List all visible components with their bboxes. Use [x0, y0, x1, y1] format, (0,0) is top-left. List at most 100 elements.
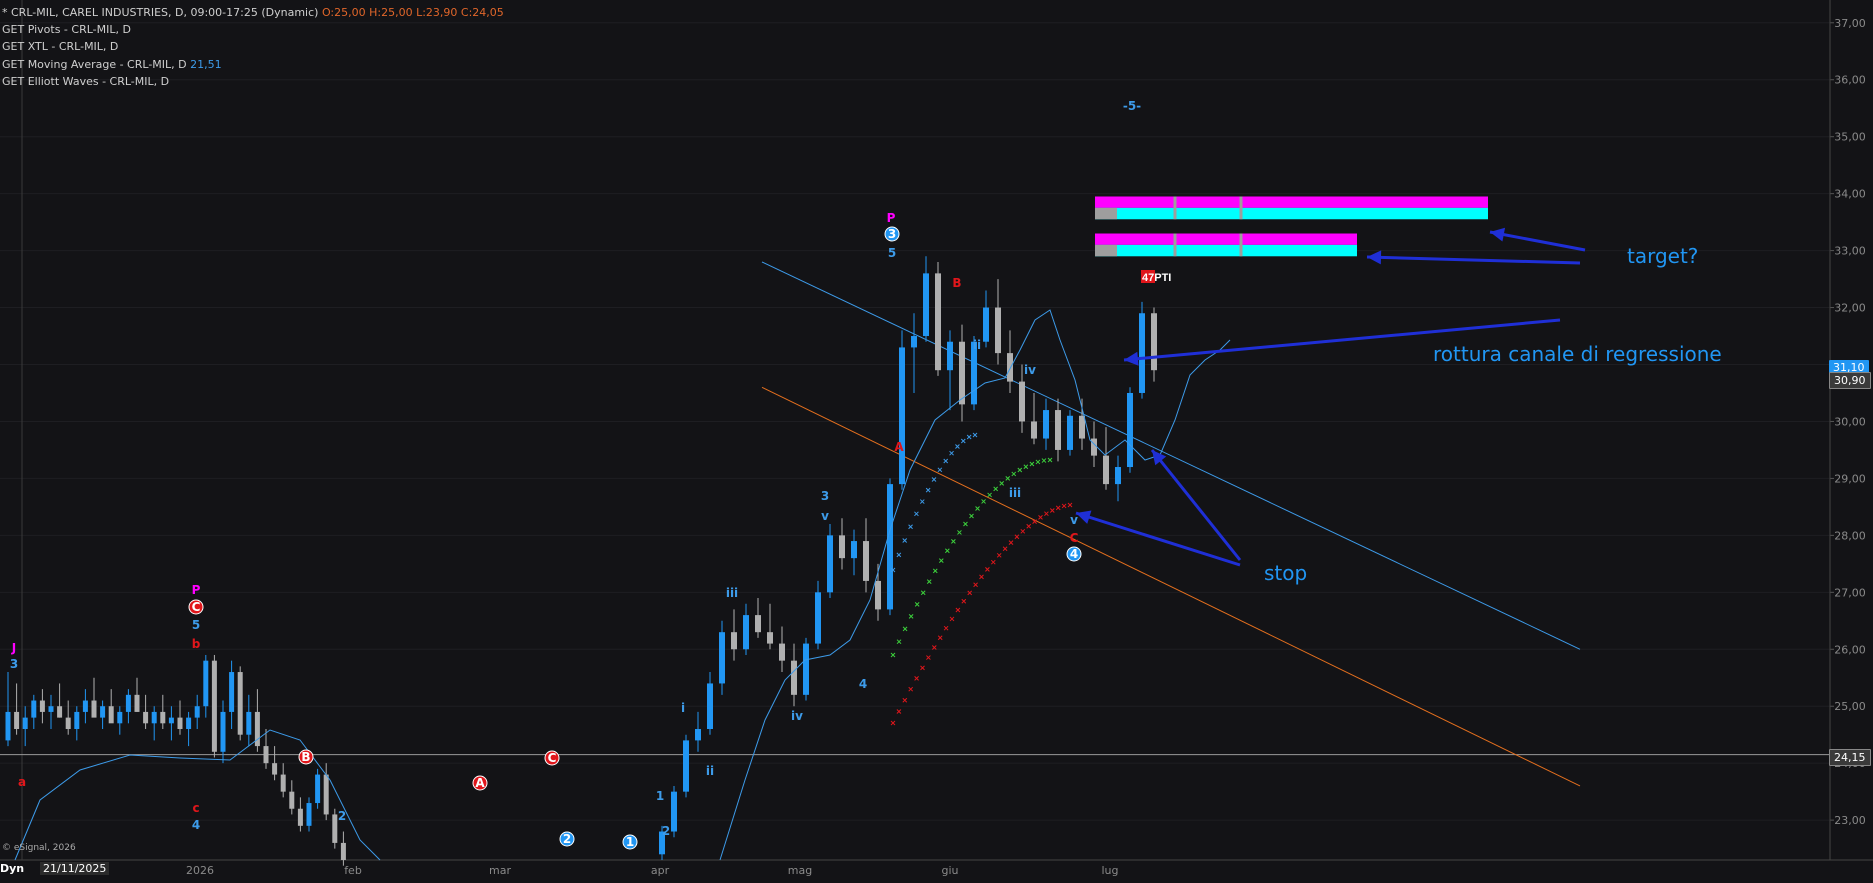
stop-arrow-2 — [1075, 511, 1241, 567]
xtl-cross-red — [908, 686, 914, 692]
xtl-cross-green — [914, 602, 920, 607]
candle-body — [1079, 415, 1085, 439]
xtl-cross-blue — [955, 444, 960, 449]
wave-label: 2 — [338, 809, 346, 823]
xtl-cross-blue — [972, 432, 978, 438]
study-pivots[interactable]: GET Pivots - CRL-MIL, D — [2, 23, 131, 36]
xtl-cross-green — [908, 614, 914, 619]
xtl-cross-blue — [896, 552, 902, 558]
candle-body — [203, 660, 209, 707]
xtl-cross-red — [896, 709, 902, 714]
wave-label: iii — [1009, 486, 1021, 500]
candle-body — [707, 683, 713, 730]
wave-label: 4 — [859, 677, 867, 691]
candle-body — [911, 336, 917, 348]
rottura-arrow-head — [1124, 351, 1139, 366]
xtl-cross-blue — [919, 499, 925, 504]
xtl-cross-red — [1026, 523, 1032, 529]
candle-body — [767, 632, 773, 644]
xtl-cross-red — [890, 720, 896, 726]
wave-label: B — [301, 750, 310, 764]
xtl-cross-green — [1041, 458, 1047, 463]
xtl-cross-red — [920, 665, 925, 671]
xtl-cross-blue — [960, 438, 966, 444]
xtl-cross-red — [943, 625, 949, 631]
candle-body — [719, 632, 725, 684]
wave-label: 4 — [192, 818, 200, 832]
xtl-cross-blue — [902, 538, 908, 543]
target-zone-grey — [1095, 207, 1117, 220]
xtl-cross-blue — [937, 467, 943, 473]
xtl-cross-blue — [949, 450, 954, 456]
study-elliott-waves[interactable]: GET Elliott Waves - CRL-MIL, D — [2, 75, 169, 88]
xtl-cross-red — [937, 635, 943, 641]
xtl-cross-red — [990, 559, 996, 565]
xtl-cross-green — [999, 481, 1005, 486]
candle-body — [143, 711, 149, 724]
candle-body — [280, 774, 286, 792]
wave-label: c — [192, 801, 199, 815]
target-annotation[interactable]: target? — [1627, 244, 1698, 268]
xtl-cross-blue — [943, 458, 949, 464]
wave-label: iii — [726, 586, 738, 600]
candle-body — [186, 717, 192, 730]
candle-body — [803, 643, 809, 695]
candle-body — [959, 341, 965, 405]
candle-body — [108, 706, 114, 724]
y-tick-label: 34,00 — [1834, 188, 1866, 201]
candle-body — [1067, 415, 1073, 450]
wave-label: ii — [706, 764, 714, 778]
interval-mode[interactable]: Dyn — [0, 862, 24, 875]
regression-channel-upper — [761, 261, 1581, 650]
rottura-annotation[interactable]: rottura canale di regressione — [1433, 342, 1722, 366]
xtl-cross-red — [955, 607, 961, 613]
y-tick-label: 35,00 — [1834, 131, 1866, 144]
symbol-header: * CRL-MIL, CAREL INDUSTRIES, D, 09:00-17… — [2, 6, 504, 19]
xtl-cross-green — [890, 652, 896, 658]
xtl-cross-green — [896, 639, 902, 645]
candle-body — [863, 541, 869, 581]
candle-body — [1127, 392, 1133, 468]
candle-body — [332, 814, 338, 843]
candle-body — [1031, 421, 1037, 439]
candle-body — [48, 706, 54, 712]
study-ma-value: 21,51 — [190, 58, 222, 71]
xtl-cross-red — [985, 567, 990, 572]
candle-body — [91, 700, 97, 718]
wave-label: A — [475, 776, 485, 790]
candle-body — [100, 706, 106, 718]
xtl-cross-green — [963, 521, 968, 527]
stop-annotation[interactable]: stop — [1264, 561, 1307, 585]
wave-label: 5 — [888, 246, 896, 260]
candle-body — [134, 694, 140, 712]
target-zone-cyan — [1095, 207, 1488, 220]
study-moving-average[interactable]: GET Moving Average - CRL-MIL, D 21,51 — [2, 58, 222, 71]
wave-label: iv — [791, 709, 803, 723]
xtl-cross-red — [1020, 528, 1026, 534]
study-xtl[interactable]: GET XTL - CRL-MIL, D — [2, 40, 118, 53]
xtl-cross-green — [1035, 459, 1041, 465]
wave-label: P — [887, 211, 896, 225]
x-tick-label: mar — [489, 864, 511, 877]
wave-label: A — [894, 440, 904, 454]
x-tick-label: mag — [788, 864, 812, 877]
xtl-cross-green — [938, 558, 944, 563]
candle-body — [1151, 313, 1157, 371]
xtl-cross-green — [951, 539, 956, 544]
candle-body — [177, 717, 183, 730]
target-arrow-2 — [1366, 255, 1581, 265]
candle-body — [125, 694, 131, 712]
xtl-cross-red — [973, 582, 978, 588]
wave-label: a — [18, 775, 26, 789]
xtl-cross-green — [944, 548, 950, 554]
xtl-cross-green — [926, 579, 932, 584]
candle-body — [82, 700, 88, 712]
price-chart[interactable]: 37,0036,0035,0034,0033,0032,0031,0030,00… — [0, 0, 1873, 883]
candle-body — [246, 711, 252, 735]
target-zone-magenta — [1095, 196, 1488, 208]
xtl-cross-green — [957, 530, 962, 535]
study-ma-label: GET Moving Average - CRL-MIL, D — [2, 58, 187, 71]
candle-body — [211, 660, 217, 752]
candle-body — [31, 700, 37, 718]
xtl-cross-red — [1002, 546, 1008, 552]
